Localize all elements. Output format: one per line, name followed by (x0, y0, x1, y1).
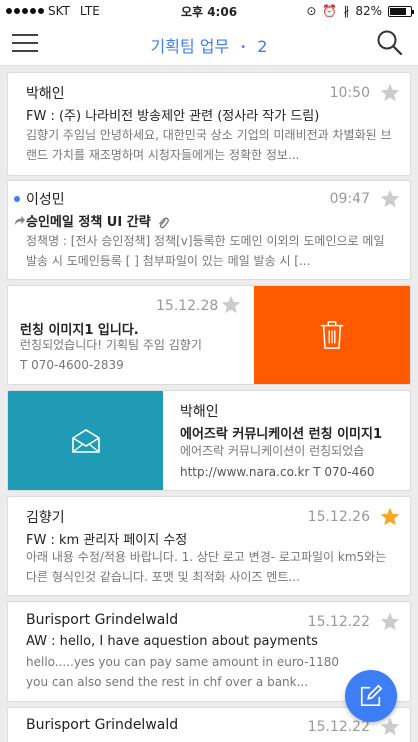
email-time: 09:47 (329, 191, 370, 207)
email-subject: AW : hello, I have aquestion about payme… (26, 634, 318, 649)
status-bar: SKT LTE 오후 4:06 ⊙ ⏰ ∦ 82% (0, 0, 418, 22)
email-subject: 승인메일 정책 UI 간략 (26, 211, 170, 230)
email-item-swiped[interactable]: 박해인 에어즈락 커뮤니케이션 런칭 이미지1 에어즈락 커뮤니케이션이 런칭되… (7, 390, 411, 491)
email-preview-line: 에어즈락 커뮤니케이션이 런칭되었습 (180, 444, 365, 458)
title-separator: • (240, 42, 247, 53)
email-subject: FW : km 관리자 페이지 수정 (26, 533, 188, 548)
envelope-open-icon (71, 428, 100, 453)
star-icon-starred[interactable] (379, 506, 401, 528)
star-icon[interactable] (379, 188, 401, 210)
trash-icon (320, 321, 344, 349)
email-sender: Burisport Grindelwald (26, 717, 179, 733)
star-icon[interactable] (379, 611, 401, 633)
email-subject: 에어즈락 커뮤니케이션 런칭 이미지1 (180, 427, 383, 442)
email-time: 15.12.22 (307, 719, 370, 735)
email-item[interactable]: 이성민 09:47 승인메일 정책 UI 간략 정책명 : [전사 승인정책] … (7, 180, 411, 280)
delete-button[interactable] (254, 286, 410, 384)
email-subject: FW : (주) 나라비전 방송제안 관련 (정사라 작가 드림) (26, 109, 320, 124)
email-preview: 아래 내용 수정/적용 바랍니다. 1. 상단 로고 변경- 로고파일이 km5… (26, 550, 387, 584)
alarm-icon: ⏰ (322, 4, 338, 18)
email-item[interactable]: 박해인 10:50 FW : (주) 나라비전 방송제안 관련 (정사라 작가 … (7, 72, 411, 176)
battery-percent: 82% (355, 4, 382, 18)
email-sender: 김향기 (26, 510, 65, 526)
bluetooth-icon: ∦ (343, 4, 350, 18)
email-preview: hello.....yes you can pay same amount in… (26, 655, 339, 689)
lock-rotation-icon: ⊙ (306, 4, 317, 18)
email-preview: 정책명 : [전사 승인정책] 정책[v]등록한 도메인 이외의 도메인으로 메… (26, 234, 385, 268)
email-item[interactable]: 김향기 15.12.26 FW : km 관리자 페이지 수정 아래 내용 수정… (7, 496, 411, 596)
carrier-label: SKT (48, 4, 70, 18)
battery-icon (388, 5, 414, 17)
email-preview-line: http://www.nara.co.kr T 070-460 (180, 465, 375, 479)
search-icon[interactable] (376, 29, 404, 57)
folder-name: 기획팀 업무 (150, 37, 230, 56)
star-icon[interactable] (379, 82, 401, 104)
email-preview-line: 런칭되었습니다! 기획팀 주임 김향기 (20, 338, 202, 352)
unread-indicator (14, 196, 20, 202)
forward-icon (14, 215, 26, 226)
email-sender: 박해인 (180, 404, 219, 420)
mark-read-button[interactable] (8, 391, 163, 490)
network-label: LTE (79, 4, 100, 18)
compose-button[interactable] (345, 670, 397, 722)
email-item-swiped[interactable]: 15.12.28 런칭 이미지1 입니다. 런칭되었습니다! 기획팀 주임 김향… (7, 285, 411, 385)
email-preview-line: T 070-4600-2839 (20, 358, 124, 372)
email-time: 10:50 (329, 85, 370, 101)
email-sender: 박해인 (26, 86, 65, 102)
unread-count: 2 (257, 37, 268, 56)
email-sender: 이성민 (26, 192, 65, 208)
compose-icon (360, 684, 383, 707)
star-icon[interactable] (220, 294, 242, 316)
email-sender: Burisport Grindelwald (26, 612, 179, 628)
page-title[interactable]: 기획팀 업무 • 2 (0, 33, 418, 57)
email-time: 15.12.22 (307, 614, 370, 630)
email-preview: 김향기 주임님 안녕하세요, 대한민국 상소 기업의 미래비전과 차별화된 브랜… (26, 128, 392, 162)
signal-icon (6, 8, 44, 14)
paperclip-icon (159, 217, 170, 228)
nav-bar: 기획팀 업무 • 2 (0, 22, 418, 66)
email-time: 15.12.26 (307, 509, 370, 525)
email-time: 15.12.28 (156, 298, 219, 314)
